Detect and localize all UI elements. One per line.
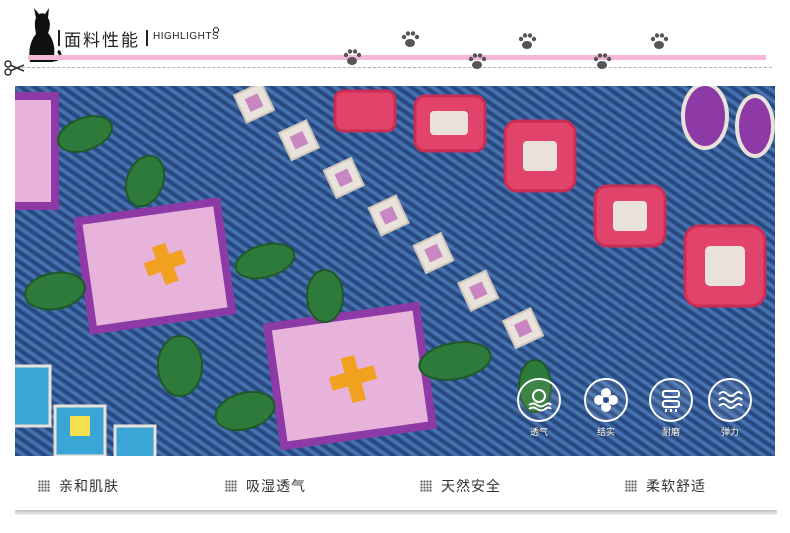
paw-icon — [401, 31, 420, 47]
dot-grid-icon — [225, 480, 237, 492]
paw-icon — [650, 33, 669, 49]
wear-resistant-icon — [649, 378, 693, 422]
feature-list: 亲和肌肤 吸湿透气 天然安全 柔软舒适 — [0, 470, 790, 500]
paw-icon — [468, 53, 487, 69]
title-divider — [146, 30, 148, 46]
paw-icon — [518, 33, 537, 49]
list-item-label: 天然安全 — [441, 479, 501, 495]
list-item: 吸湿透气 — [225, 476, 306, 496]
list-item: 亲和肌肤 — [38, 476, 119, 496]
bottom-divider — [15, 510, 777, 515]
header: 面料性能 HIGHLIGHTS — [0, 0, 790, 80]
feature-label: 弹力 — [720, 428, 739, 438]
feature-label: 透气 — [529, 428, 548, 438]
circle-icon — [213, 27, 219, 33]
paw-icon — [343, 49, 362, 65]
elastic-icon — [708, 378, 752, 422]
dashed-cut-line — [22, 67, 772, 68]
breathable-icon — [517, 378, 561, 422]
sturdy-icon — [584, 378, 628, 422]
feature-breathable: 透气 — [515, 378, 563, 438]
pink-divider — [28, 55, 766, 60]
feature-sturdy: 结实 — [582, 378, 630, 438]
title-divider — [58, 30, 60, 46]
page-subtitle: HIGHLIGHTS — [153, 31, 220, 42]
list-item-label: 柔软舒适 — [646, 479, 706, 495]
dot-grid-icon — [625, 480, 637, 492]
feature-wear-resistant: 耐磨 — [647, 378, 695, 438]
list-item-label: 亲和肌肤 — [59, 479, 119, 495]
fabric-photo: 透气 结实 耐磨 弹力 — [15, 86, 775, 456]
paw-icon — [593, 53, 612, 69]
feature-label: 耐磨 — [661, 428, 680, 438]
page-title: 面料性能 — [64, 31, 140, 51]
dot-grid-icon — [38, 480, 50, 492]
scissors-icon — [4, 60, 25, 76]
feature-elastic: 弹力 — [706, 378, 754, 438]
dot-grid-icon — [420, 480, 432, 492]
feature-label: 结实 — [596, 428, 615, 438]
list-item-label: 吸湿透气 — [246, 479, 306, 495]
list-item: 柔软舒适 — [625, 476, 706, 496]
list-item: 天然安全 — [420, 476, 501, 496]
